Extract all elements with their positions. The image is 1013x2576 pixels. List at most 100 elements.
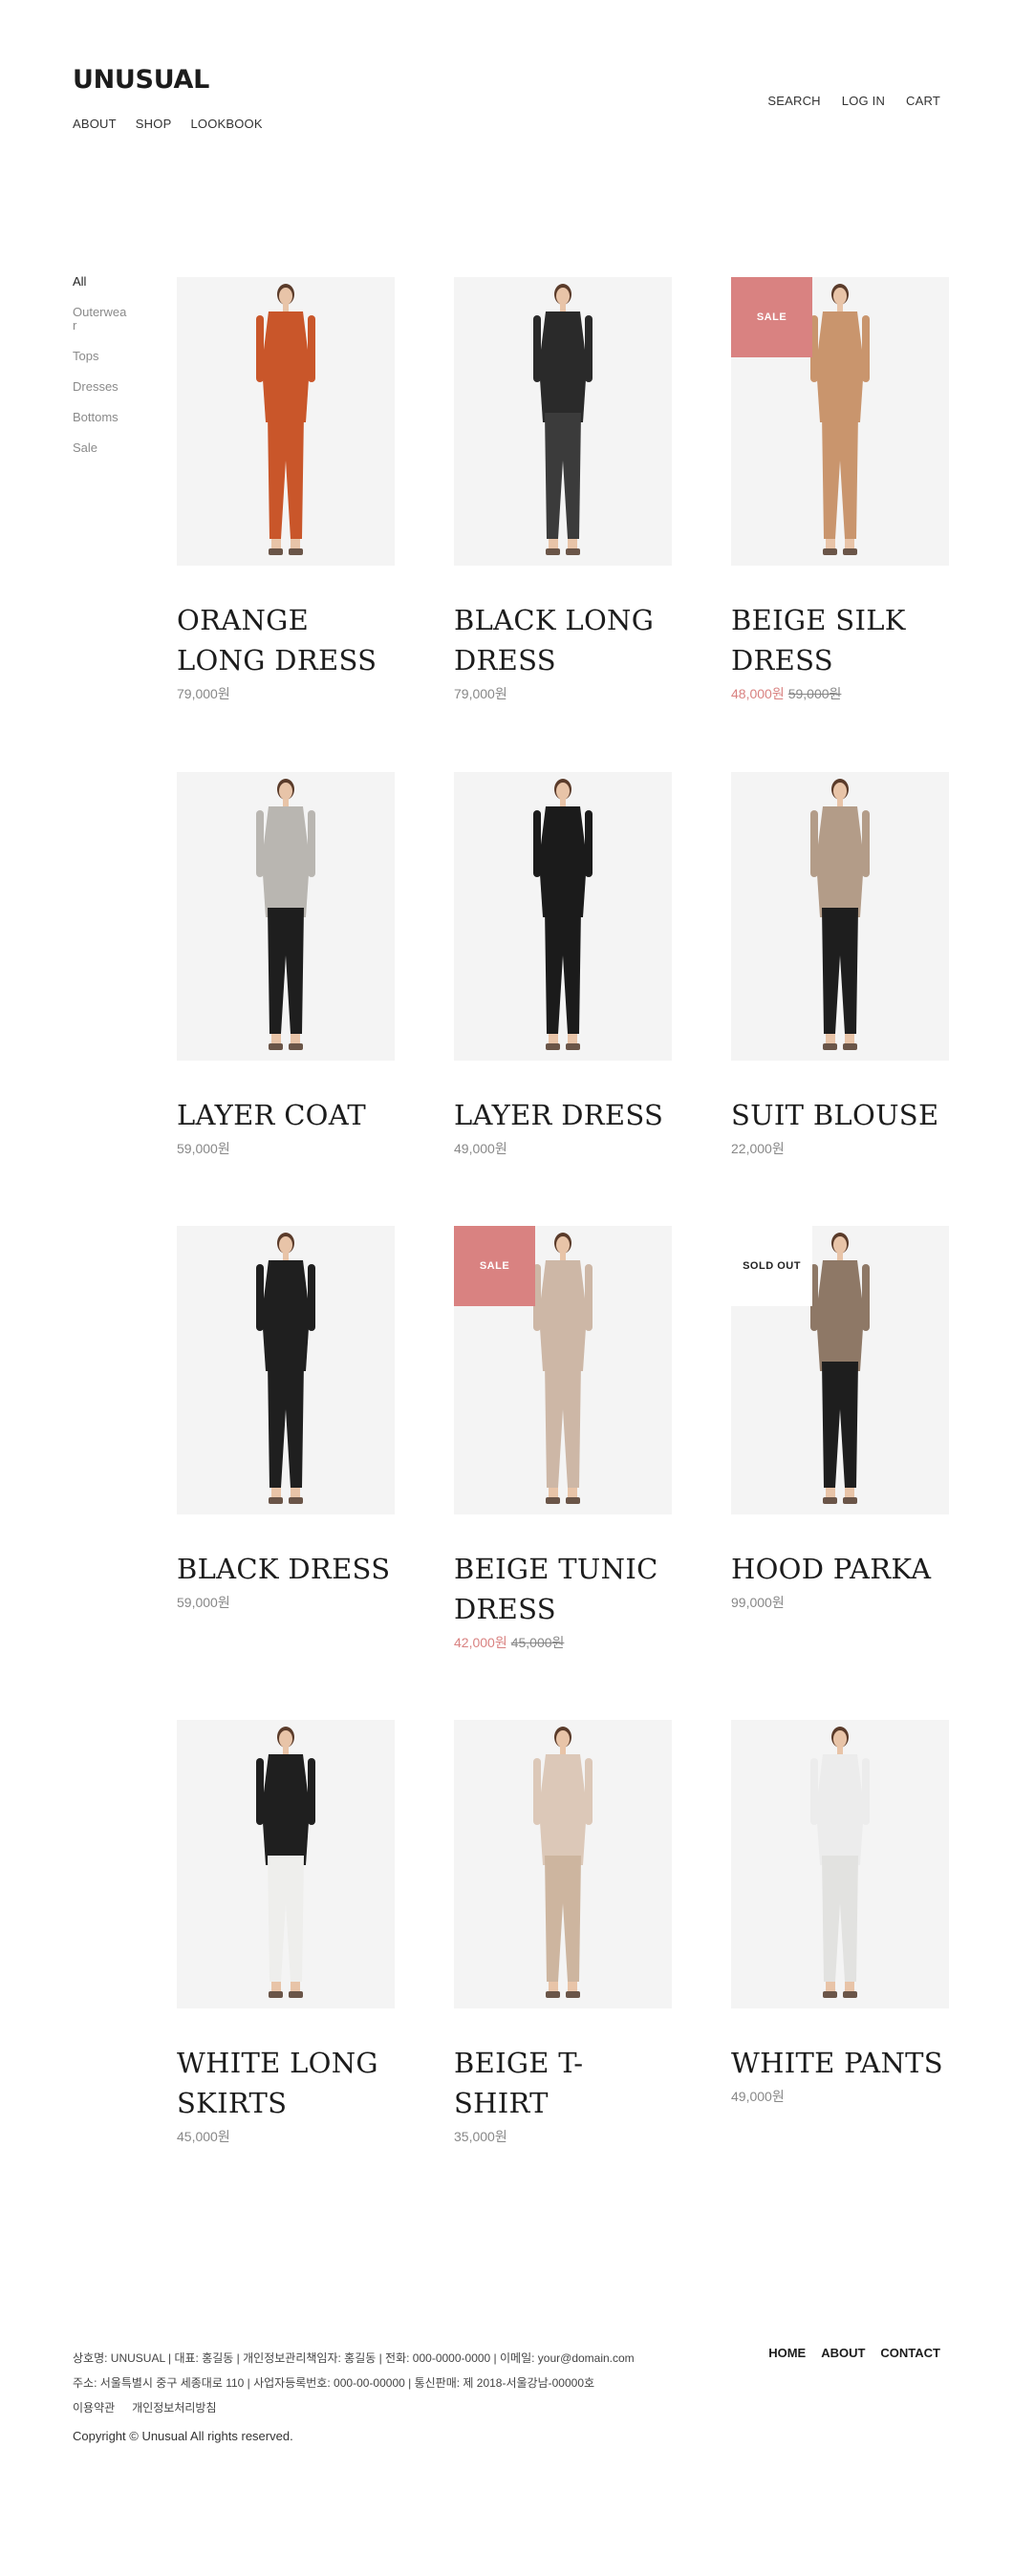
product-price: 48,000원 59,000원 bbox=[731, 684, 949, 703]
product-name[interactable]: BLACK DRESS bbox=[177, 1549, 395, 1589]
company-info-line: 상호명: UNUSUAL | 대표: 홍길동 | 개인정보관리책임자: 홍길동 … bbox=[73, 2351, 635, 2365]
nav-lookbook[interactable]: LOOKBOOK bbox=[190, 117, 262, 131]
product-name[interactable]: WHITE LONG SKIRTS bbox=[177, 2043, 395, 2123]
product-name[interactable]: HOOD PARKA bbox=[731, 1549, 949, 1589]
product-image[interactable] bbox=[177, 277, 395, 566]
original-price: 45,000원 bbox=[510, 1635, 565, 1650]
sale-badge: SALE bbox=[454, 1226, 535, 1306]
product-image[interactable]: SALE bbox=[731, 277, 949, 566]
product-card[interactable]: BEIGE T-SHIRT 35,000원 bbox=[454, 1720, 672, 2146]
product-image[interactable]: SOLD OUT bbox=[731, 1226, 949, 1514]
nav-about[interactable]: ABOUT bbox=[73, 117, 117, 131]
product-image[interactable] bbox=[731, 772, 949, 1061]
category-all[interactable]: All bbox=[73, 275, 130, 289]
product-name[interactable]: SUIT BLOUSE bbox=[731, 1095, 949, 1135]
category-tops[interactable]: Tops bbox=[73, 350, 130, 363]
model-figure bbox=[810, 779, 870, 1050]
company-info: 상호명: UNUSUAL | 대표: 홍길동 | 개인정보관리책임자: 홍길동 … bbox=[73, 2346, 732, 2395]
product-name[interactable]: LAYER DRESS bbox=[454, 1095, 672, 1135]
product-name[interactable]: BLACK LONG DRESS bbox=[454, 600, 672, 680]
terms-link[interactable]: 이용약관 bbox=[73, 2399, 115, 2415]
product-price: 59,000원 bbox=[177, 1139, 395, 1158]
category-outerwear[interactable]: Outerwear bbox=[73, 306, 130, 333]
company-address-line: 주소: 서울특별시 중구 세종대로 110 | 사업자등록번호: 000-00-… bbox=[73, 2376, 595, 2390]
product-price: 79,000원 bbox=[454, 684, 672, 703]
product-price: 49,000원 bbox=[454, 1139, 672, 1158]
product-name[interactable]: BEIGE SILK DRESS bbox=[731, 600, 949, 680]
product-price: 35,000원 bbox=[454, 2127, 672, 2146]
product-image[interactable] bbox=[177, 1226, 395, 1514]
current-price: 99,000원 bbox=[731, 1595, 785, 1610]
product-card[interactable]: ORANGE LONG DRESS 79,000원 bbox=[177, 277, 395, 703]
product-price: 99,000원 bbox=[731, 1593, 949, 1612]
current-price: 59,000원 bbox=[177, 1141, 230, 1156]
product-card[interactable]: LAYER DRESS 49,000원 bbox=[454, 772, 672, 1158]
model-figure bbox=[256, 779, 315, 1050]
site-footer: 상호명: UNUSUAL | 대표: 홍길동 | 개인정보관리책임자: 홍길동 … bbox=[73, 2346, 940, 2443]
product-card[interactable]: LAYER COAT 59,000원 bbox=[177, 772, 395, 1158]
model-figure bbox=[533, 284, 593, 555]
product-card[interactable]: BLACK DRESS 59,000원 bbox=[177, 1226, 395, 1612]
category-sidebar: All Outerwear Tops Dresses Bottoms Sale bbox=[73, 275, 130, 472]
product-card[interactable]: SALE BEIGE SILK DRESS 48,000원 59,000원 bbox=[731, 277, 949, 703]
current-price: 48,000원 bbox=[731, 686, 785, 701]
product-name[interactable]: BEIGE TUNIC DRESS bbox=[454, 1549, 672, 1629]
nav-cart[interactable]: CART bbox=[906, 94, 940, 108]
product-image[interactable] bbox=[454, 772, 672, 1061]
product-price: 79,000원 bbox=[177, 684, 395, 703]
model-figure bbox=[533, 1727, 593, 1998]
product-image[interactable] bbox=[177, 1720, 395, 2008]
product-image[interactable] bbox=[454, 1720, 672, 2008]
model-figure bbox=[810, 1727, 870, 1998]
utility-nav: SEARCH LOG IN CART bbox=[767, 94, 940, 108]
product-price: 45,000원 bbox=[177, 2127, 395, 2146]
footer-nav-about[interactable]: ABOUT bbox=[821, 2346, 865, 2360]
sold-out-badge: SOLD OUT bbox=[731, 1226, 812, 1306]
current-price: 79,000원 bbox=[454, 686, 507, 701]
product-image[interactable] bbox=[731, 1720, 949, 2008]
product-name[interactable]: ORANGE LONG DRESS bbox=[177, 600, 395, 680]
site-logo[interactable]: UNUSUAL bbox=[73, 65, 209, 95]
product-price: 22,000원 bbox=[731, 1139, 949, 1158]
current-price: 79,000원 bbox=[177, 686, 230, 701]
product-card[interactable]: BLACK LONG DRESS 79,000원 bbox=[454, 277, 672, 703]
product-price: 42,000원 45,000원 bbox=[454, 1633, 672, 1652]
nav-search[interactable]: SEARCH bbox=[767, 94, 820, 108]
product-image[interactable]: SALE bbox=[454, 1226, 672, 1514]
current-price: 45,000원 bbox=[177, 2129, 230, 2144]
product-image[interactable] bbox=[177, 772, 395, 1061]
current-price: 42,000원 bbox=[454, 1635, 507, 1650]
current-price: 59,000원 bbox=[177, 1595, 230, 1610]
nav-login[interactable]: LOG IN bbox=[842, 94, 885, 108]
current-price: 49,000원 bbox=[454, 1141, 507, 1156]
category-dresses[interactable]: Dresses bbox=[73, 380, 130, 394]
product-card[interactable]: SOLD OUT HOOD PARKA 99,000원 bbox=[731, 1226, 949, 1612]
product-image[interactable] bbox=[454, 277, 672, 566]
current-price: 49,000원 bbox=[731, 2089, 785, 2104]
nav-shop[interactable]: SHOP bbox=[136, 117, 172, 131]
footer-nav-home[interactable]: HOME bbox=[768, 2346, 806, 2360]
footer-nav-contact[interactable]: CONTACT bbox=[880, 2346, 940, 2360]
category-sale[interactable]: Sale bbox=[73, 441, 130, 455]
product-card[interactable]: SALE BEIGE TUNIC DRESS 42,000원 45,000원 bbox=[454, 1226, 672, 1652]
product-price: 59,000원 bbox=[177, 1593, 395, 1612]
privacy-link[interactable]: 개인정보처리방침 bbox=[132, 2399, 216, 2415]
product-card[interactable]: WHITE LONG SKIRTS 45,000원 bbox=[177, 1720, 395, 2146]
main-nav: ABOUT SHOP LOOKBOOK bbox=[73, 117, 263, 131]
site-header: UNUSUAL ABOUT SHOP LOOKBOOK SEARCH LOG I… bbox=[73, 65, 940, 141]
product-name[interactable]: BEIGE T-SHIRT bbox=[454, 2043, 672, 2123]
product-price: 49,000원 bbox=[731, 2087, 949, 2106]
product-name[interactable]: WHITE PANTS bbox=[731, 2043, 949, 2083]
category-bottoms[interactable]: Bottoms bbox=[73, 411, 130, 424]
product-card[interactable]: SUIT BLOUSE 22,000원 bbox=[731, 772, 949, 1158]
product-card[interactable]: WHITE PANTS 49,000원 bbox=[731, 1720, 949, 2106]
model-figure bbox=[533, 779, 593, 1050]
model-figure bbox=[256, 1233, 315, 1504]
model-figure bbox=[256, 284, 315, 555]
current-price: 35,000원 bbox=[454, 2129, 507, 2144]
product-name[interactable]: LAYER COAT bbox=[177, 1095, 395, 1135]
copyright: Copyright © Unusual All rights reserved. bbox=[73, 2429, 293, 2443]
model-figure bbox=[256, 1727, 315, 1998]
current-price: 22,000원 bbox=[731, 1141, 785, 1156]
sale-badge: SALE bbox=[731, 277, 812, 357]
